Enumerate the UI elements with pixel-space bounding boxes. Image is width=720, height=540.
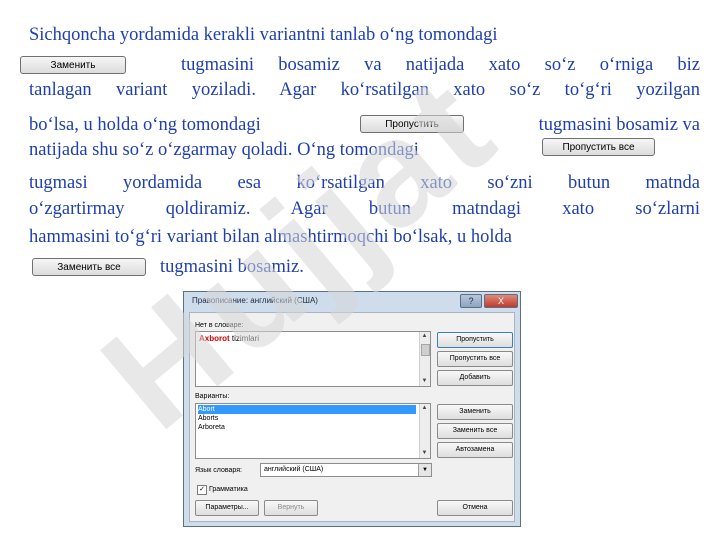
grammar-checkbox[interactable]: ✓ [197,485,207,495]
add-button[interactable]: Добавить [437,370,513,386]
para-line-2: tugmasini bosamiz va natijada xato so‘z … [181,55,700,75]
suggestion-item[interactable]: Aborts [198,414,218,423]
scrollbar-suggestions[interactable]: ▲ ▼ [419,404,430,458]
para-line-7: o‘zgartirmay qoldiramiz. Agar butun matn… [29,199,700,219]
not-in-dictionary-box[interactable]: Axborot tizimlari ▲ ▼ [195,331,431,387]
error-word: Axborot [199,334,230,343]
para-line-4b: tugmasini bosamiz va [538,115,700,135]
inline-skip-button: Пропустить [360,115,464,133]
dictionary-language-select[interactable]: английский (США) ▼ [260,463,432,477]
para-line-3: tanlagan variant yoziladi. Agar ko‘rsati… [29,80,700,100]
options-button[interactable]: Параметры... [195,500,259,516]
suggestions-label: Варианты: [195,393,230,400]
change-all-button[interactable]: Заменить все [437,423,513,439]
undo-button[interactable]: Вернуть [264,500,318,516]
not-in-dictionary-label: Нет в словаре: [195,322,244,329]
suggestion-item[interactable]: Arboreta [198,423,225,432]
autocorrect-button[interactable]: Автозамена [437,442,513,458]
para-line-9: tugmasini bosamiz. [160,257,304,277]
scroll-thumb[interactable] [421,344,430,356]
help-button[interactable]: ? [460,294,482,308]
skip-all-button[interactable]: Пропустить все [437,351,513,367]
grammar-label: Грамматика [209,486,248,493]
close-button[interactable]: X [484,294,518,308]
suggestion-item[interactable]: Abort [198,405,416,414]
change-button[interactable]: Заменить [437,404,513,420]
scroll-up-icon[interactable]: ▲ [420,332,429,341]
para-line-1: Sichqoncha yordamida kerakli variantni t… [29,25,498,45]
dictionary-language-label: Язык словаря: [195,467,242,474]
context-text: tizimlari [229,334,260,343]
scroll-down-icon[interactable]: ▼ [420,377,429,386]
inline-skip-all-button: Пропустить все [542,138,655,156]
scroll-up-icon[interactable]: ▲ [420,404,429,413]
scroll-down-icon[interactable]: ▼ [420,449,429,458]
skip-button[interactable]: Пропустить [437,332,513,348]
language-value: английский (США) [264,466,324,473]
suggestions-list[interactable]: Abort Aborts Arboreta ▲ ▼ [195,403,431,459]
chevron-down-icon[interactable]: ▼ [418,464,431,476]
inline-replace-button: Заменить [20,56,126,74]
cancel-button[interactable]: Отмена [437,500,513,516]
para-line-6: tugmasi yordamida esa ko‘rsatilgan xato … [29,173,700,193]
scrollbar-top[interactable]: ▲ ▼ [419,332,430,386]
para-line-8: hammasini to‘g‘ri variant bilan almashti… [29,227,512,247]
spelling-dialog: Правописание: английский (США) ? X Нет в… [183,291,521,527]
inline-replace-all-button: Заменить все [32,258,146,276]
dialog-title: Правописание: английский (США) [192,296,318,305]
dialog-client: Нет в словаре: Axborot tizimlari ▲ ▼ Про… [189,312,515,522]
